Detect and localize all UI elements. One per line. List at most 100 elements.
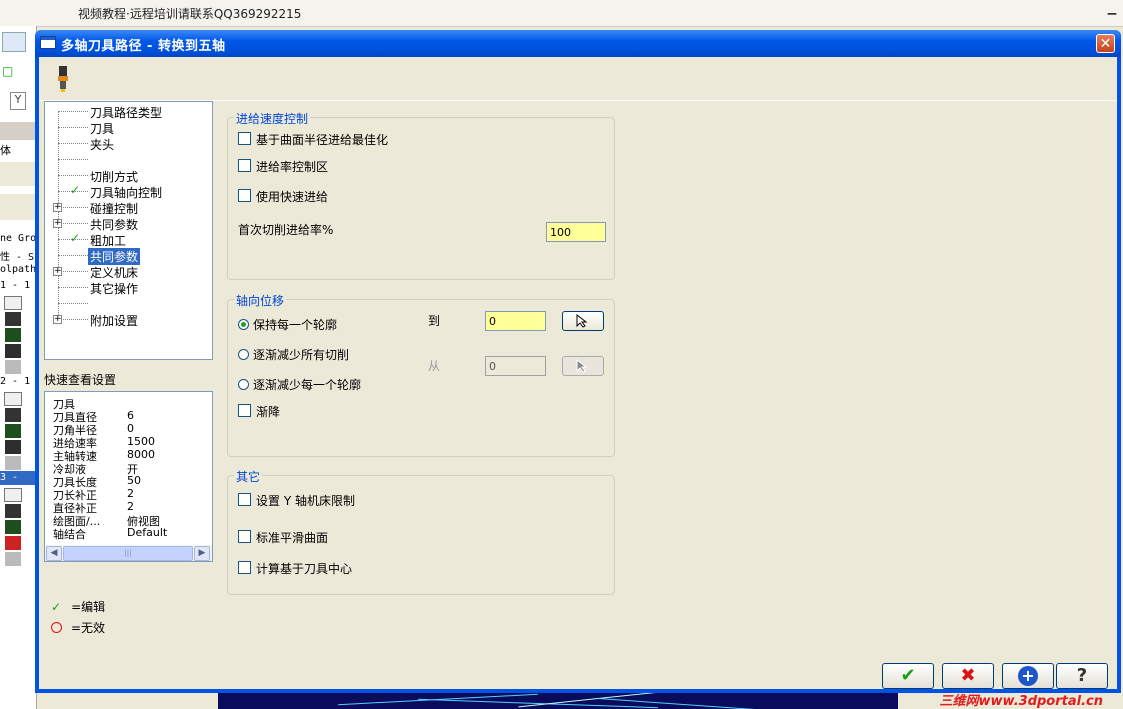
checkbox-box[interactable]: [238, 159, 251, 172]
quick-view-key: 轴结合: [53, 528, 86, 541]
help-button[interactable]: ?: [1056, 663, 1108, 689]
tree-expand-icon[interactable]: +: [53, 315, 62, 324]
endmill-icon[interactable]: [56, 66, 70, 92]
quick-view-value: 2: [127, 487, 134, 500]
quick-view-value: 50: [127, 474, 141, 487]
dialog-titlebar[interactable]: 多轴刀具路径 - 转换到五轴 ✕: [35, 30, 1121, 57]
checkbox-box[interactable]: [238, 189, 251, 202]
checkbox-box[interactable]: [238, 493, 251, 506]
reduce-all-cuts-radio[interactable]: 逐渐减少所有切削: [238, 346, 349, 363]
legend-edit: ✓ =编辑: [51, 598, 105, 615]
tree-item[interactable]: + 附加设置: [45, 311, 210, 328]
tree-expand-icon[interactable]: +: [53, 267, 62, 276]
use-rapid-feed-checkbox[interactable]: 使用快速进给: [238, 188, 328, 205]
folder-icon: [4, 296, 22, 310]
tree-item[interactable]: 共同参数: [45, 247, 210, 265]
radio-dot[interactable]: [238, 319, 249, 330]
to-input[interactable]: [485, 311, 546, 331]
taper-checkbox[interactable]: 渐降: [238, 403, 280, 420]
tree-item[interactable]: 切削方式: [45, 167, 210, 184]
tree-item[interactable]: + 碰撞控制: [45, 199, 210, 216]
invalid-icon: [51, 622, 62, 633]
y-axis-limit-checkbox[interactable]: 设置 Y 轴机床限制: [238, 492, 355, 509]
close-button[interactable]: ✕: [1096, 34, 1115, 53]
quick-view-value: 0: [127, 422, 134, 435]
quick-view-value: 1500: [127, 435, 155, 448]
plus-icon: +: [1018, 666, 1038, 686]
feed-rate-zone-checkbox[interactable]: 进给率控制区: [238, 158, 328, 175]
quick-view-panel[interactable]: 刀具 刀具直径 6 刀角半径 0 进给速率 1500 主轴转速 8000 冷却液开刀具长度 50 刀…: [44, 391, 213, 562]
keep-each-contour-radio[interactable]: 保持每一个轮廓: [238, 316, 337, 333]
param-tree[interactable]: 刀具路径类型 刀具 夹头 切削方式 ✓ 刀具轴向控制 + 碰撞控制 + 共同参数 ✓ 粗加工 共同参数 +…: [44, 101, 213, 360]
to-label: 到: [428, 314, 441, 328]
axial-shift-group: 轴向位移 保持每一个轮廓 逐渐减少所有切削 逐渐减少每一个轮廓 渐降 到 从: [227, 292, 615, 457]
quick-view-value: Default: [127, 526, 168, 539]
checkbox-label: 进给率控制区: [256, 160, 329, 174]
add-button[interactable]: +: [1002, 663, 1054, 689]
tree-item[interactable]: 夹头: [45, 135, 210, 152]
quick-view-value: 2: [127, 500, 134, 513]
first-cut-feed-input[interactable]: [546, 222, 606, 242]
tree-item[interactable]: ✓ 刀具轴向控制: [45, 183, 210, 200]
checkbox-box[interactable]: [238, 132, 251, 145]
checkbox-label: 设置 Y 轴机床限制: [256, 494, 355, 508]
tree-item[interactable]: [45, 295, 210, 311]
standard-smooth-checkbox[interactable]: 标准平滑曲面: [238, 529, 328, 546]
bg-y-button[interactable]: Y: [10, 92, 26, 110]
tool-icon: [5, 408, 21, 422]
checkbox-label: 基于曲面半径进给最佳化: [256, 133, 389, 147]
from-input[interactable]: [485, 356, 546, 376]
multiaxis-dialog: 多轴刀具路径 - 转换到五轴 ✕ 刀具路径类型 刀具 夹头 切削方式 ✓ 刀具轴向控制 + 碰…: [35, 30, 1121, 693]
axial-shift-title: 轴向位移: [234, 292, 287, 309]
tree-item[interactable]: + 共同参数: [45, 215, 210, 232]
check-icon: [5, 360, 21, 374]
checkbox-box[interactable]: [238, 561, 251, 574]
radio-dot[interactable]: [238, 349, 249, 360]
window-icon: [40, 36, 56, 49]
quick-view-value: 8000: [127, 448, 155, 461]
feed-control-title: 进给速度控制: [234, 110, 311, 127]
tool-center-checkbox[interactable]: 计算基于刀具中心: [238, 560, 352, 577]
minimize-button[interactable]: ▁: [1105, 2, 1119, 16]
optimize-by-radius-checkbox[interactable]: 基于曲面半径进给最佳化: [238, 131, 388, 148]
radio-label: 保持每一个轮廓: [253, 318, 338, 332]
pick-from-button[interactable]: [562, 356, 604, 376]
checkbox-box[interactable]: [238, 404, 251, 417]
scroll-left-icon[interactable]: ◀: [46, 546, 62, 561]
radio-dot[interactable]: [238, 379, 249, 390]
dialog-toolbar: [39, 57, 1117, 101]
tool-icon: [5, 504, 21, 518]
bg-snap-icon[interactable]: □: [2, 64, 24, 82]
bg-tree-text: 1 - 1: [0, 280, 31, 291]
tree-item[interactable]: [45, 151, 210, 167]
tree-item[interactable]: 刀具: [45, 119, 210, 136]
quick-view-header: 刀具: [53, 398, 75, 411]
scroll-thumb[interactable]: |||: [63, 546, 193, 561]
other-title: 其它: [234, 468, 263, 485]
checkbox-box[interactable]: [238, 530, 251, 543]
tree-item[interactable]: 其它操作: [45, 279, 210, 296]
tree-expand-icon[interactable]: +: [53, 219, 62, 228]
tree-item[interactable]: + 定义机床: [45, 263, 210, 280]
radio-label: 逐渐减少每一个轮廓: [253, 378, 362, 392]
dialog-title: 多轴刀具路径 - 转换到五轴: [61, 39, 226, 54]
dialog-body: 刀具路径类型 刀具 夹头 切削方式 ✓ 刀具轴向控制 + 碰撞控制 + 共同参数 ✓ 粗加工 共同参数 +…: [39, 57, 1117, 689]
geometry-icon: [5, 328, 21, 342]
tree-item[interactable]: 刀具路径类型: [45, 103, 210, 120]
quick-view-scrollbar[interactable]: ◀ ||| ▶: [45, 545, 212, 561]
checkbox-label: 计算基于刀具中心: [256, 562, 353, 576]
checkbox-label: 渐降: [256, 405, 281, 419]
legend-invalid-label: =无效: [71, 621, 106, 635]
toolpath-icon: [5, 440, 21, 454]
tree-item[interactable]: ✓ 粗加工: [45, 231, 210, 248]
ok-button[interactable]: ✔: [882, 663, 934, 689]
first-cut-label: 首次切削进给率%: [238, 223, 334, 237]
bg-tool-icon[interactable]: [2, 32, 26, 52]
edited-check-icon: ✓: [70, 231, 81, 245]
tree-expand-icon[interactable]: +: [53, 203, 62, 212]
reduce-each-contour-radio[interactable]: 逐渐减少每一个轮廓: [238, 376, 361, 393]
pick-to-button[interactable]: [562, 311, 604, 331]
checkbox-label: 标准平滑曲面: [256, 531, 329, 545]
scroll-right-icon[interactable]: ▶: [194, 546, 210, 561]
cancel-button[interactable]: ✖: [942, 663, 994, 689]
